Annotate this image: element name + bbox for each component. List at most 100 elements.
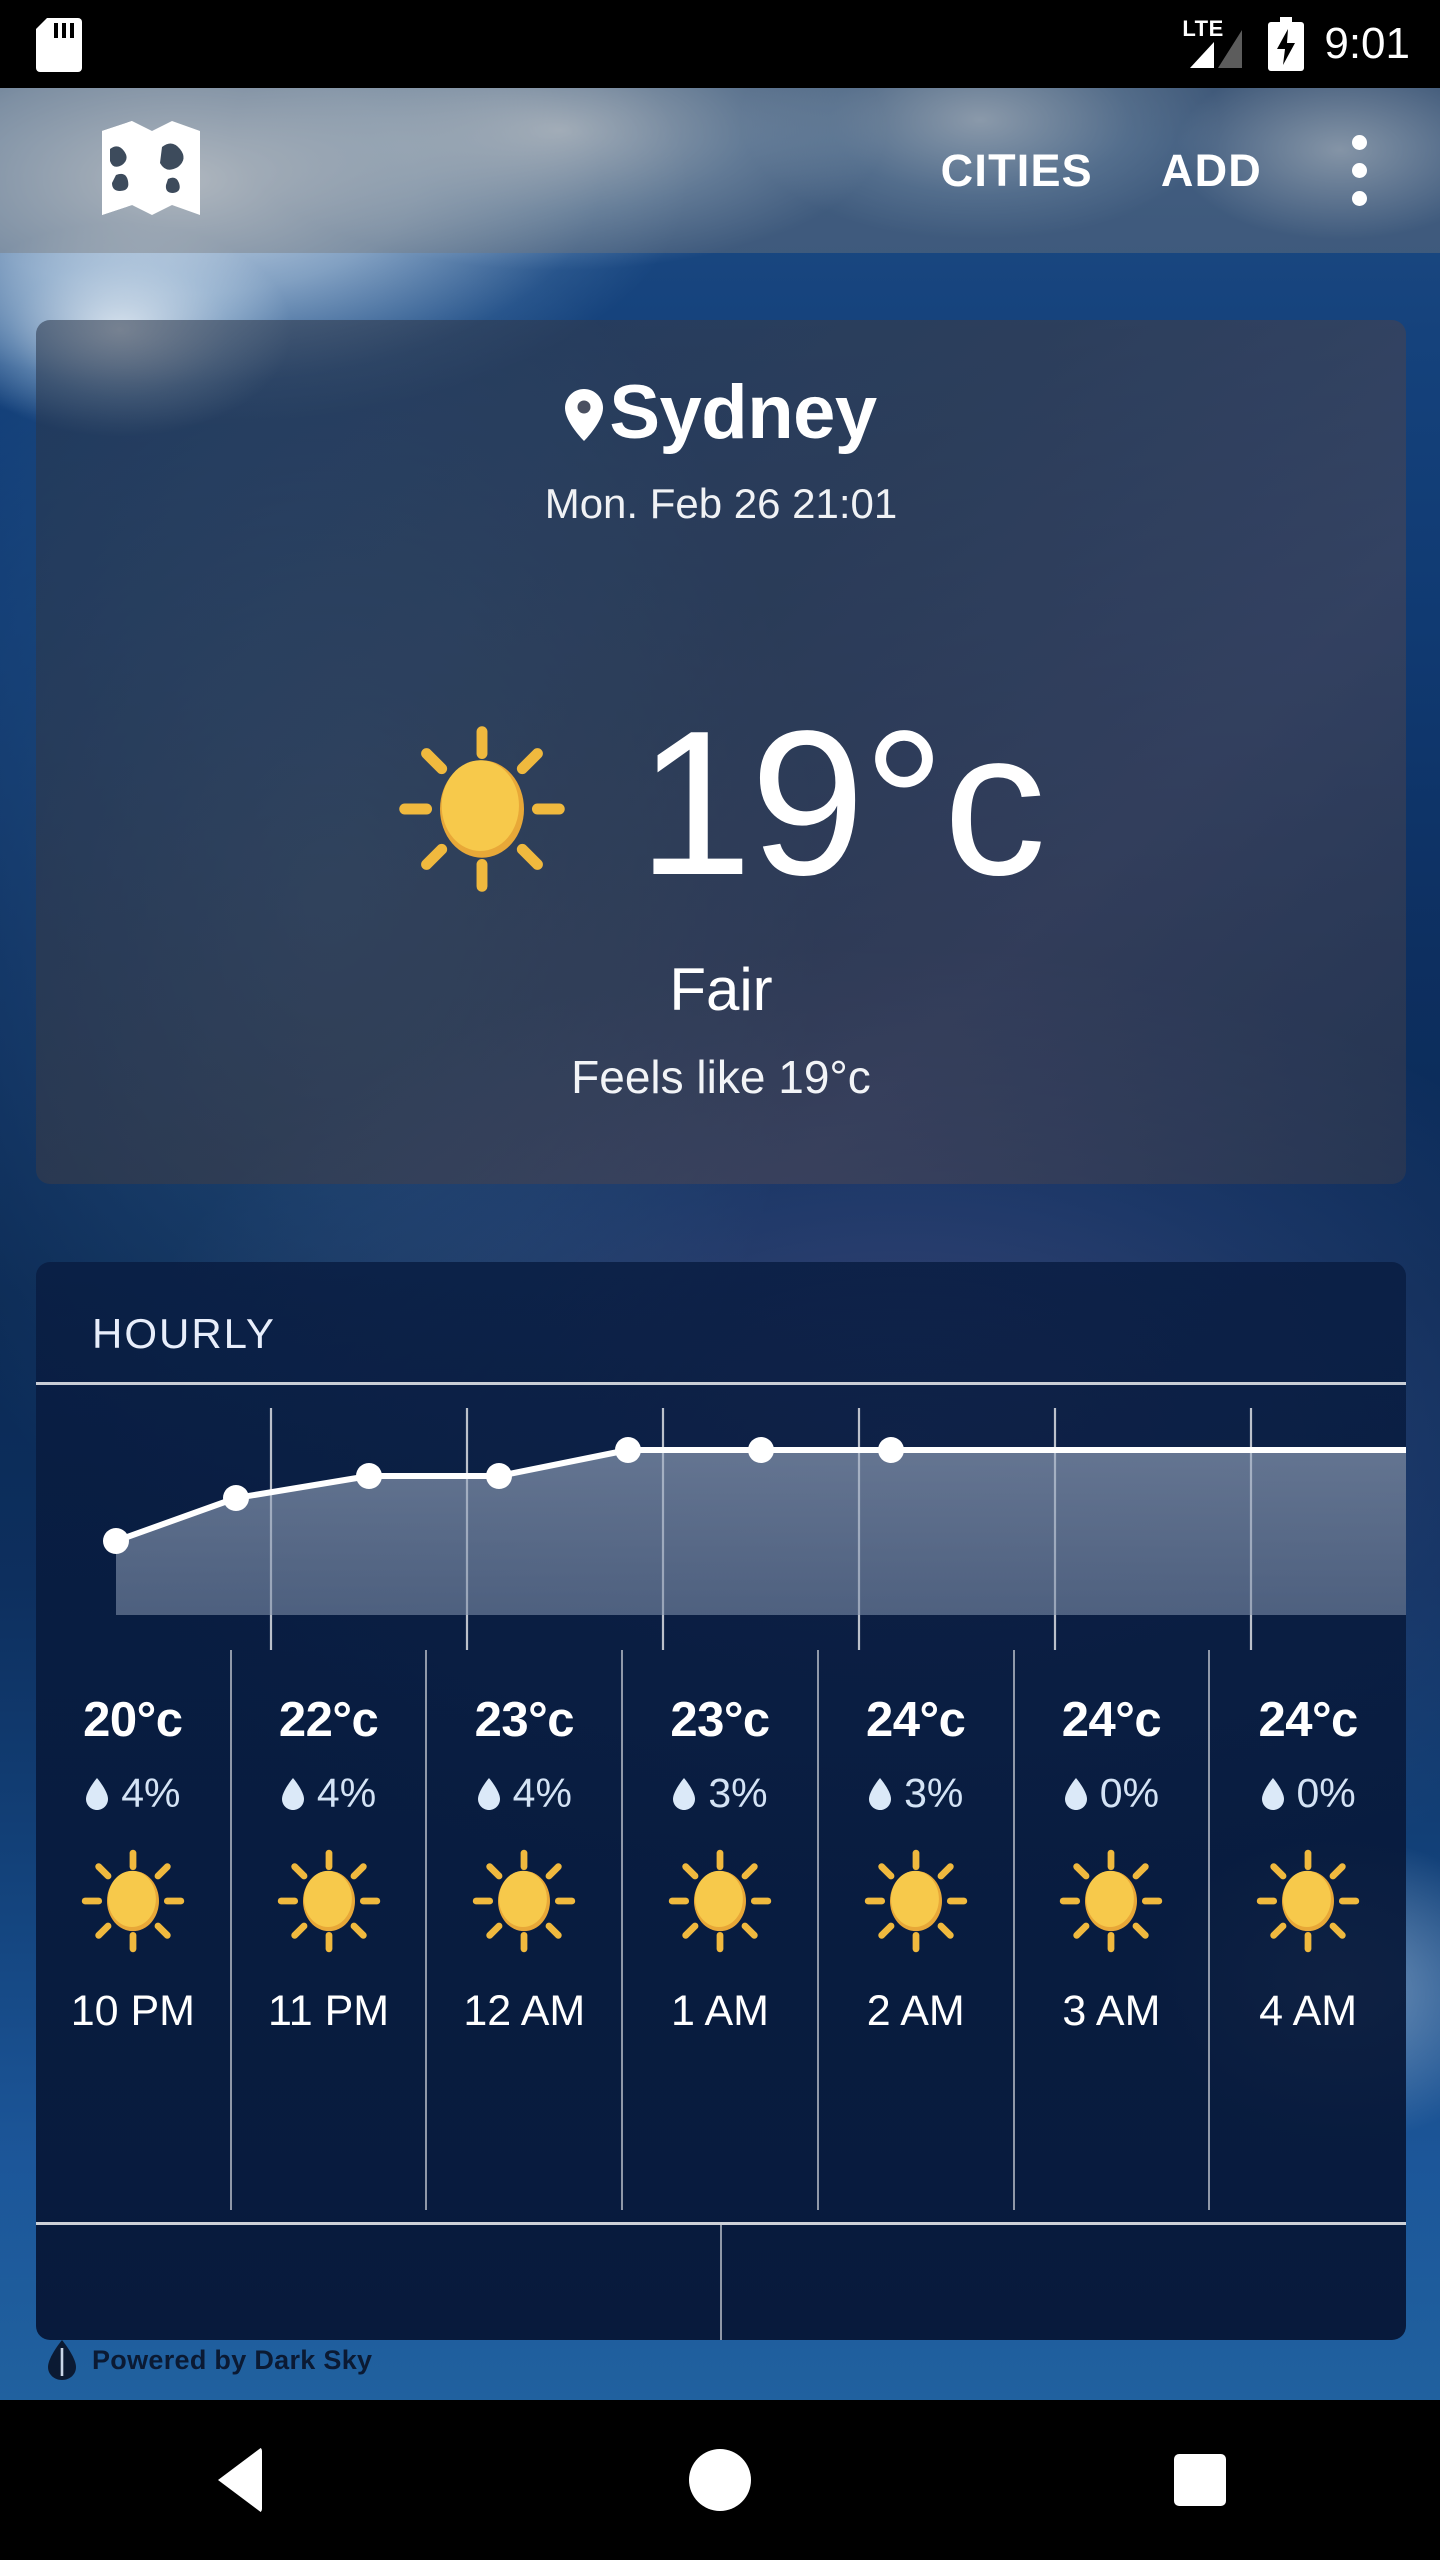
chart-point: [748, 1437, 774, 1463]
water-drop-icon: [1261, 1777, 1284, 1810]
kebab-dot: [1351, 135, 1367, 150]
recents-button[interactable]: [1100, 2400, 1300, 2560]
water-drop-icon: [86, 1777, 109, 1810]
chart-point: [615, 1437, 641, 1463]
cities-button[interactable]: CITIES: [941, 145, 1093, 197]
battery-charging-icon: [1268, 17, 1305, 71]
hourly-temperature: 24°c: [1061, 1693, 1162, 1747]
footer-cell-left[interactable]: [36, 2225, 722, 2340]
home-button[interactable]: [620, 2400, 820, 2560]
hourly-precipitation-value: 0%: [1099, 1770, 1160, 1816]
hourly-precipitation-value: 3%: [904, 1770, 964, 1816]
sun-icon: [81, 1849, 185, 1953]
hourly-time: 2 AM: [866, 1987, 965, 2035]
hourly-item[interactable]: 24°c 3% 2 AM: [819, 1650, 1015, 2210]
hourly-temperature: 22°c: [278, 1693, 379, 1747]
hourly-item[interactable]: 20°c 4% 10 PM: [36, 1650, 232, 2210]
chart-area-fill: [116, 1450, 1406, 1615]
footer-cell-right[interactable]: [722, 2225, 1406, 2340]
sun-icon: [1256, 1849, 1360, 1953]
sun-icon: [398, 726, 565, 892]
water-drop-icon: [869, 1777, 892, 1810]
hourly-time: 3 AM: [1062, 1987, 1161, 2035]
sun-icon: [277, 1849, 380, 1953]
network-indicator: LTE: [1182, 16, 1248, 72]
hourly-temperature: 24°c: [1258, 1693, 1358, 1747]
app-bar: CITIES ADD: [0, 88, 1440, 253]
sun-icon: [864, 1849, 967, 1953]
city-header-row: Sydney: [36, 375, 1406, 451]
hourly-precipitation: 4%: [281, 1770, 376, 1817]
status-bar-right-group: LTE 9:01: [1182, 0, 1410, 88]
hourly-precipitation-value: 4%: [121, 1770, 181, 1816]
hourly-forecast-list: 20°c 4% 10 PM 22°c 4% 11 PM 23°c 4% 12 A…: [36, 1650, 1406, 2210]
hourly-time: 1 AM: [670, 1987, 769, 2035]
hourly-precipitation: 4%: [85, 1770, 180, 1817]
feels-like-temperature: Feels like 19°c: [571, 1051, 871, 1103]
location-pin-icon: [565, 389, 604, 441]
chart-point: [878, 1437, 904, 1463]
overflow-menu-button[interactable]: [1324, 116, 1394, 226]
kebab-dot: [1351, 191, 1367, 206]
hourly-temperature: 20°c: [83, 1693, 183, 1747]
status-bar: LTE 9:01: [0, 0, 1440, 88]
hourly-precipitation-value: 0%: [1296, 1770, 1356, 1816]
sun-icon: [473, 1849, 576, 1953]
kebab-dot: [1351, 163, 1367, 178]
current-weather-card[interactable]: Sydney Mon. Feb 26 21:01 19°c Fair Feels…: [36, 320, 1406, 1184]
back-triangle-icon: [218, 2447, 262, 2513]
hourly-time: 11 PM: [268, 1987, 390, 2035]
hourly-item[interactable]: 23°c 4% 12 AM: [427, 1650, 624, 2210]
home-circle-icon: [689, 2449, 751, 2511]
hourly-section-title: HOURLY: [92, 1310, 276, 1357]
water-drop-icon: [477, 1777, 500, 1810]
water-drop-icon: [673, 1777, 696, 1810]
current-datetime: Mon. Feb 26 21:01: [544, 480, 898, 527]
hourly-item[interactable]: 24°c 0% 4 AM: [1210, 1650, 1406, 2210]
hourly-precipitation-value: 4%: [316, 1770, 377, 1816]
sun-icon: [668, 1849, 772, 1953]
map-icon[interactable]: [96, 119, 206, 223]
hourly-precipitation: 0%: [1064, 1770, 1159, 1817]
signal-bars-icon: [1190, 30, 1243, 68]
hourly-precipitation: 4%: [477, 1770, 572, 1817]
back-button[interactable]: [140, 2400, 340, 2560]
sun-icon: [1060, 1849, 1163, 1953]
hourly-footer-split: [36, 2225, 1406, 2340]
hourly-header-divider: [36, 1382, 1406, 1385]
hourly-forecast-card[interactable]: HOURLY 20°c 4% 10 PM 22°c 4% 11 PM 23°c …: [36, 1262, 1406, 2340]
hourly-time: 12 AM: [463, 1987, 586, 2035]
water-drop-icon: [281, 1777, 304, 1810]
hourly-temperature: 24°c: [866, 1693, 966, 1747]
hourly-temperature: 23°c: [670, 1693, 770, 1747]
weather-app-screen: LTE 9:01 CITIES ADD Sydney Mon. Feb 26 2…: [0, 0, 1440, 2560]
sd-card-icon: [36, 18, 82, 72]
attribution-text: Powered by Dark Sky: [92, 2344, 373, 2375]
android-navigation-bar: [0, 2400, 1440, 2560]
hourly-temperature: 23°c: [474, 1693, 575, 1747]
recents-square-icon: [1174, 2454, 1226, 2506]
hourly-precipitation: 0%: [1261, 1770, 1356, 1817]
attribution[interactable]: Powered by Dark Sky: [46, 2340, 372, 2380]
add-button[interactable]: ADD: [1161, 145, 1262, 197]
dark-sky-droplet-icon: [48, 2340, 76, 2380]
hourly-time: 10 PM: [70, 1987, 195, 2035]
chart-point: [223, 1485, 249, 1511]
hourly-item[interactable]: 23°c 3% 1 AM: [623, 1650, 819, 2210]
current-temp-row: 19°c: [36, 700, 1406, 906]
chart-point: [356, 1463, 382, 1489]
chart-point: [103, 1528, 129, 1554]
hourly-precipitation: 3%: [868, 1770, 963, 1817]
water-drop-icon: [1064, 1777, 1087, 1810]
hourly-temperature-chart: [103, 1408, 1406, 1650]
status-bar-clock: 9:01: [1324, 19, 1410, 68]
hourly-item[interactable]: 24°c 0% 3 AM: [1015, 1650, 1211, 2210]
hourly-precipitation: 3%: [672, 1770, 768, 1817]
city-name: Sydney: [609, 370, 877, 455]
chart-point: [486, 1463, 512, 1489]
hourly-item[interactable]: 22°c 4% 11 PM: [232, 1650, 428, 2210]
hourly-precipitation-value: 4%: [512, 1770, 572, 1816]
current-condition: Fair: [669, 956, 773, 1023]
hourly-time: 4 AM: [1259, 1987, 1358, 2035]
hourly-precipitation-value: 3%: [708, 1770, 768, 1816]
